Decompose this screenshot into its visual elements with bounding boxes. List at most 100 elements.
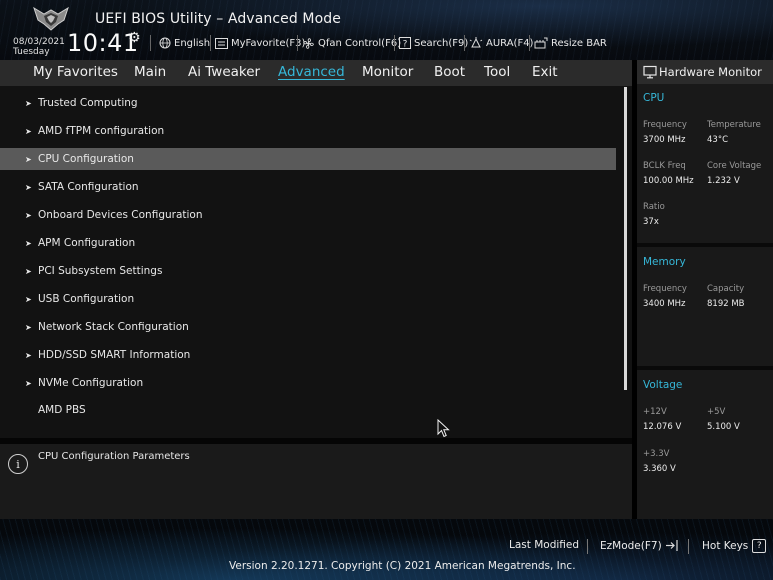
memory-frequency-value: 3400 MHz xyxy=(643,299,686,309)
resize-bar-button[interactable]: Resize BAR xyxy=(534,34,607,52)
v33-value: 3.360 V xyxy=(643,464,676,474)
menu-item-label: SATA Configuration xyxy=(38,181,139,193)
myfavorite-button[interactable]: MyFavorite(F3) xyxy=(215,34,305,52)
footer-bar: Last Modified EzMode(F7) Hot Keys ? Vers… xyxy=(0,519,773,580)
menu-item-sata-configuration[interactable]: ➤ SATA Configuration xyxy=(0,176,616,198)
resize-bar-label: Resize BAR xyxy=(551,37,607,49)
bclk-freq-value: 100.00 MHz xyxy=(643,176,694,186)
tab-exit[interactable]: Exit xyxy=(532,64,558,80)
submenu-arrow-icon: ➤ xyxy=(25,238,32,248)
copyright-text: Version 2.20.1271. Copyright (C) 2021 Am… xyxy=(229,560,576,572)
tab-monitor[interactable]: Monitor xyxy=(362,64,413,80)
hot-keys-button[interactable]: Hot Keys ? xyxy=(702,539,767,553)
tab-advanced[interactable]: Advanced xyxy=(278,64,345,80)
submenu-arrow-icon: ➤ xyxy=(25,154,32,164)
ratio-label: Ratio xyxy=(643,202,665,212)
tab-tool[interactable]: Tool xyxy=(484,64,510,80)
cpu-temperature-label: Temperature xyxy=(707,120,761,130)
menu-item-amd-pbs[interactable]: AMD PBS xyxy=(0,399,616,421)
hardware-monitor-header: Hardware Monitor xyxy=(637,60,773,84)
clock-settings-gear-icon[interactable]: ⚙ xyxy=(128,30,141,46)
cpu-temperature-value: 43°C xyxy=(707,135,729,145)
header-bar: UEFI BIOS Utility – Advanced Mode 08/03/… xyxy=(0,0,773,60)
menu-item-label: Onboard Devices Configuration xyxy=(38,209,203,221)
core-voltage-label: Core Voltage xyxy=(707,161,762,171)
favorite-icon xyxy=(215,37,228,49)
v12-value: 12.076 V xyxy=(643,422,682,432)
resize-bar-icon xyxy=(534,37,548,50)
menu-item-label: AMD fTPM configuration xyxy=(38,125,165,137)
menu-item-label: PCI Subsystem Settings xyxy=(38,265,163,277)
qfan-control-button[interactable]: Qfan Control(F6) xyxy=(302,34,401,52)
menu-item-trusted-computing[interactable]: ➤ Trusted Computing xyxy=(0,92,616,114)
submenu-arrow-icon: ➤ xyxy=(25,126,32,136)
monitor-icon xyxy=(643,65,657,79)
info-icon: i xyxy=(8,454,28,474)
menu-item-label: HDD/SSD SMART Information xyxy=(38,349,191,361)
last-modified-button[interactable]: Last Modified xyxy=(509,539,579,551)
menu-item-usb-configuration[interactable]: ➤ USB Configuration xyxy=(0,288,616,310)
toolbar-divider xyxy=(464,35,465,51)
menu-item-pci-subsystem[interactable]: ➤ PCI Subsystem Settings xyxy=(0,260,616,282)
v12-label: +12V xyxy=(643,407,667,417)
help-question-icon: ? xyxy=(752,539,767,553)
tab-ai-tweaker[interactable]: Ai Tweaker xyxy=(188,64,260,80)
cpu-frequency-value: 3700 MHz xyxy=(643,135,686,145)
menu-scrollbar[interactable] xyxy=(624,87,627,390)
cpu-frequency-label: Frequency xyxy=(643,120,687,130)
submenu-arrow-icon: ➤ xyxy=(25,266,32,276)
ezmode-label: EzMode(F7) xyxy=(600,539,662,552)
section-divider xyxy=(637,243,773,247)
memory-capacity-value: 8192 MB xyxy=(707,299,745,309)
weekday-display: Tuesday xyxy=(13,47,50,57)
section-divider xyxy=(637,366,773,370)
cpu-section-heading: CPU xyxy=(643,92,665,104)
language-button[interactable]: English xyxy=(159,34,210,52)
language-label: English xyxy=(174,37,211,49)
aura-button[interactable]: AURA(F4) xyxy=(469,34,533,52)
toolbar-divider xyxy=(297,35,298,51)
ezmode-button[interactable]: EzMode(F7) xyxy=(600,539,679,552)
menu-item-label: APM Configuration xyxy=(38,237,136,249)
menu-item-hdd-ssd-smart[interactable]: ➤ HDD/SSD SMART Information xyxy=(0,344,616,366)
mouse-cursor-icon xyxy=(437,419,450,438)
globe-icon xyxy=(159,37,171,49)
voltage-section-heading: Voltage xyxy=(643,379,683,391)
help-panel: i CPU Configuration Parameters xyxy=(0,438,632,519)
fan-icon xyxy=(302,37,315,50)
menu-item-apm-configuration[interactable]: ➤ APM Configuration xyxy=(0,232,616,254)
menu-item-onboard-devices[interactable]: ➤ Onboard Devices Configuration xyxy=(0,204,616,226)
submenu-arrow-icon: ➤ xyxy=(25,322,32,332)
search-help-icon: ? xyxy=(399,37,411,49)
hardware-monitor-panel: Hardware Monitor CPU Frequency 3700 MHz … xyxy=(637,60,773,519)
tab-boot[interactable]: Boot xyxy=(434,64,465,80)
menu-item-label: CPU Configuration xyxy=(38,153,134,165)
main-nav-bar: My Favorites Main Ai Tweaker Advanced Mo… xyxy=(0,60,632,86)
toolbar-divider xyxy=(150,35,151,51)
submenu-arrow-icon: ➤ xyxy=(25,182,32,192)
tab-main[interactable]: Main xyxy=(134,64,166,80)
menu-item-cpu-configuration[interactable]: ➤ CPU Configuration xyxy=(0,148,616,170)
menu-item-amd-ftpm[interactable]: ➤ AMD fTPM configuration xyxy=(0,120,616,142)
menu-item-label: NVMe Configuration xyxy=(38,377,144,389)
memory-section-heading: Memory xyxy=(643,256,686,268)
search-button[interactable]: ? Search(F9) xyxy=(399,34,468,52)
qfan-control-label: Qfan Control(F6) xyxy=(318,37,402,49)
bclk-freq-label: BCLK Freq xyxy=(643,161,686,171)
menu-item-nvme-configuration[interactable]: ➤ NVMe Configuration xyxy=(0,372,616,394)
toolbar-divider xyxy=(394,35,395,51)
v5-label: +5V xyxy=(707,407,726,417)
menu-item-network-stack[interactable]: ➤ Network Stack Configuration xyxy=(0,316,616,338)
menu-item-label: AMD PBS xyxy=(38,404,86,416)
last-modified-label: Last Modified xyxy=(509,539,580,551)
submenu-arrow-icon: ➤ xyxy=(25,210,32,220)
toolbar-divider xyxy=(529,35,530,51)
tab-my-favorites[interactable]: My Favorites xyxy=(33,64,118,80)
app-title: UEFI BIOS Utility – Advanced Mode xyxy=(95,11,341,27)
footer-divider xyxy=(587,539,588,554)
svg-text:?: ? xyxy=(403,39,408,49)
exit-to-ezmode-icon xyxy=(665,539,679,552)
footer-divider xyxy=(688,539,689,554)
submenu-arrow-icon: ➤ xyxy=(25,350,32,360)
memory-frequency-label: Frequency xyxy=(643,284,687,294)
